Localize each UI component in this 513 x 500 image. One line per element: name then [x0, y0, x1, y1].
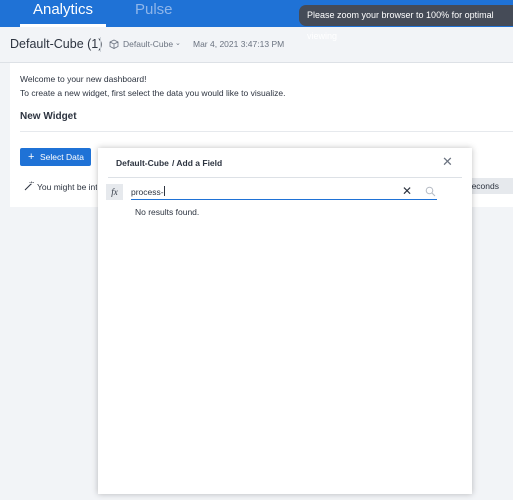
dashboard-header: Default-Cube (1) Default-Cube ⌄ Mar 4, 2… [0, 27, 513, 63]
datasource-selector[interactable]: Default-Cube [123, 39, 173, 49]
tab-pulse[interactable]: Pulse [135, 0, 173, 20]
text-cursor [163, 186, 165, 196]
formula-button[interactable]: fx [106, 184, 123, 200]
select-data-label: Select Data [40, 152, 84, 162]
breadcrumb-add-field: / Add a Field [172, 158, 223, 168]
magic-wand-icon [24, 181, 34, 191]
cube-icon [109, 39, 119, 49]
top-navigation-bar: Analytics Pulse Please zoom your browser… [0, 0, 513, 41]
card-divider [20, 131, 513, 132]
search-query-text: process- [131, 187, 164, 197]
header-divider [100, 37, 101, 52]
clear-search-icon[interactable]: ✕ [402, 183, 412, 199]
close-icon[interactable]: ✕ [442, 155, 453, 168]
chevron-down-icon[interactable]: ⌄ [175, 39, 181, 47]
welcome-instructions: To create a new widget, first select the… [20, 88, 286, 98]
tab-pulse-label: Pulse [135, 1, 173, 18]
welcome-heading: Welcome to your new dashboard! [20, 74, 147, 84]
dashboard-title[interactable]: Default-Cube (1) [10, 37, 102, 51]
field-search-input[interactable]: process- ✕ [131, 183, 437, 200]
plus-icon: + [28, 151, 35, 163]
last-updated-date: Mar 4, 2021 3:47:13 PM [193, 39, 285, 49]
add-field-dialog: Default-Cube / Add a Field ✕ fx process-… [98, 148, 472, 494]
tab-analytics-label: Analytics [32, 1, 94, 18]
select-data-button[interactable]: + Select Data [20, 148, 91, 166]
suggestion-text: You might be interested [37, 182, 97, 192]
breadcrumb-cube[interactable]: Default-Cube [116, 158, 169, 168]
new-widget-title: New Widget [20, 111, 77, 122]
no-results-message: No results found. [135, 207, 200, 217]
search-icon[interactable] [425, 186, 436, 197]
dialog-divider [108, 177, 462, 178]
search-input-value[interactable]: process- [131, 186, 165, 197]
zoom-warning-banner: Please zoom your browser to 100% for opt… [299, 5, 513, 41]
tab-analytics[interactable]: Analytics [20, 0, 106, 27]
